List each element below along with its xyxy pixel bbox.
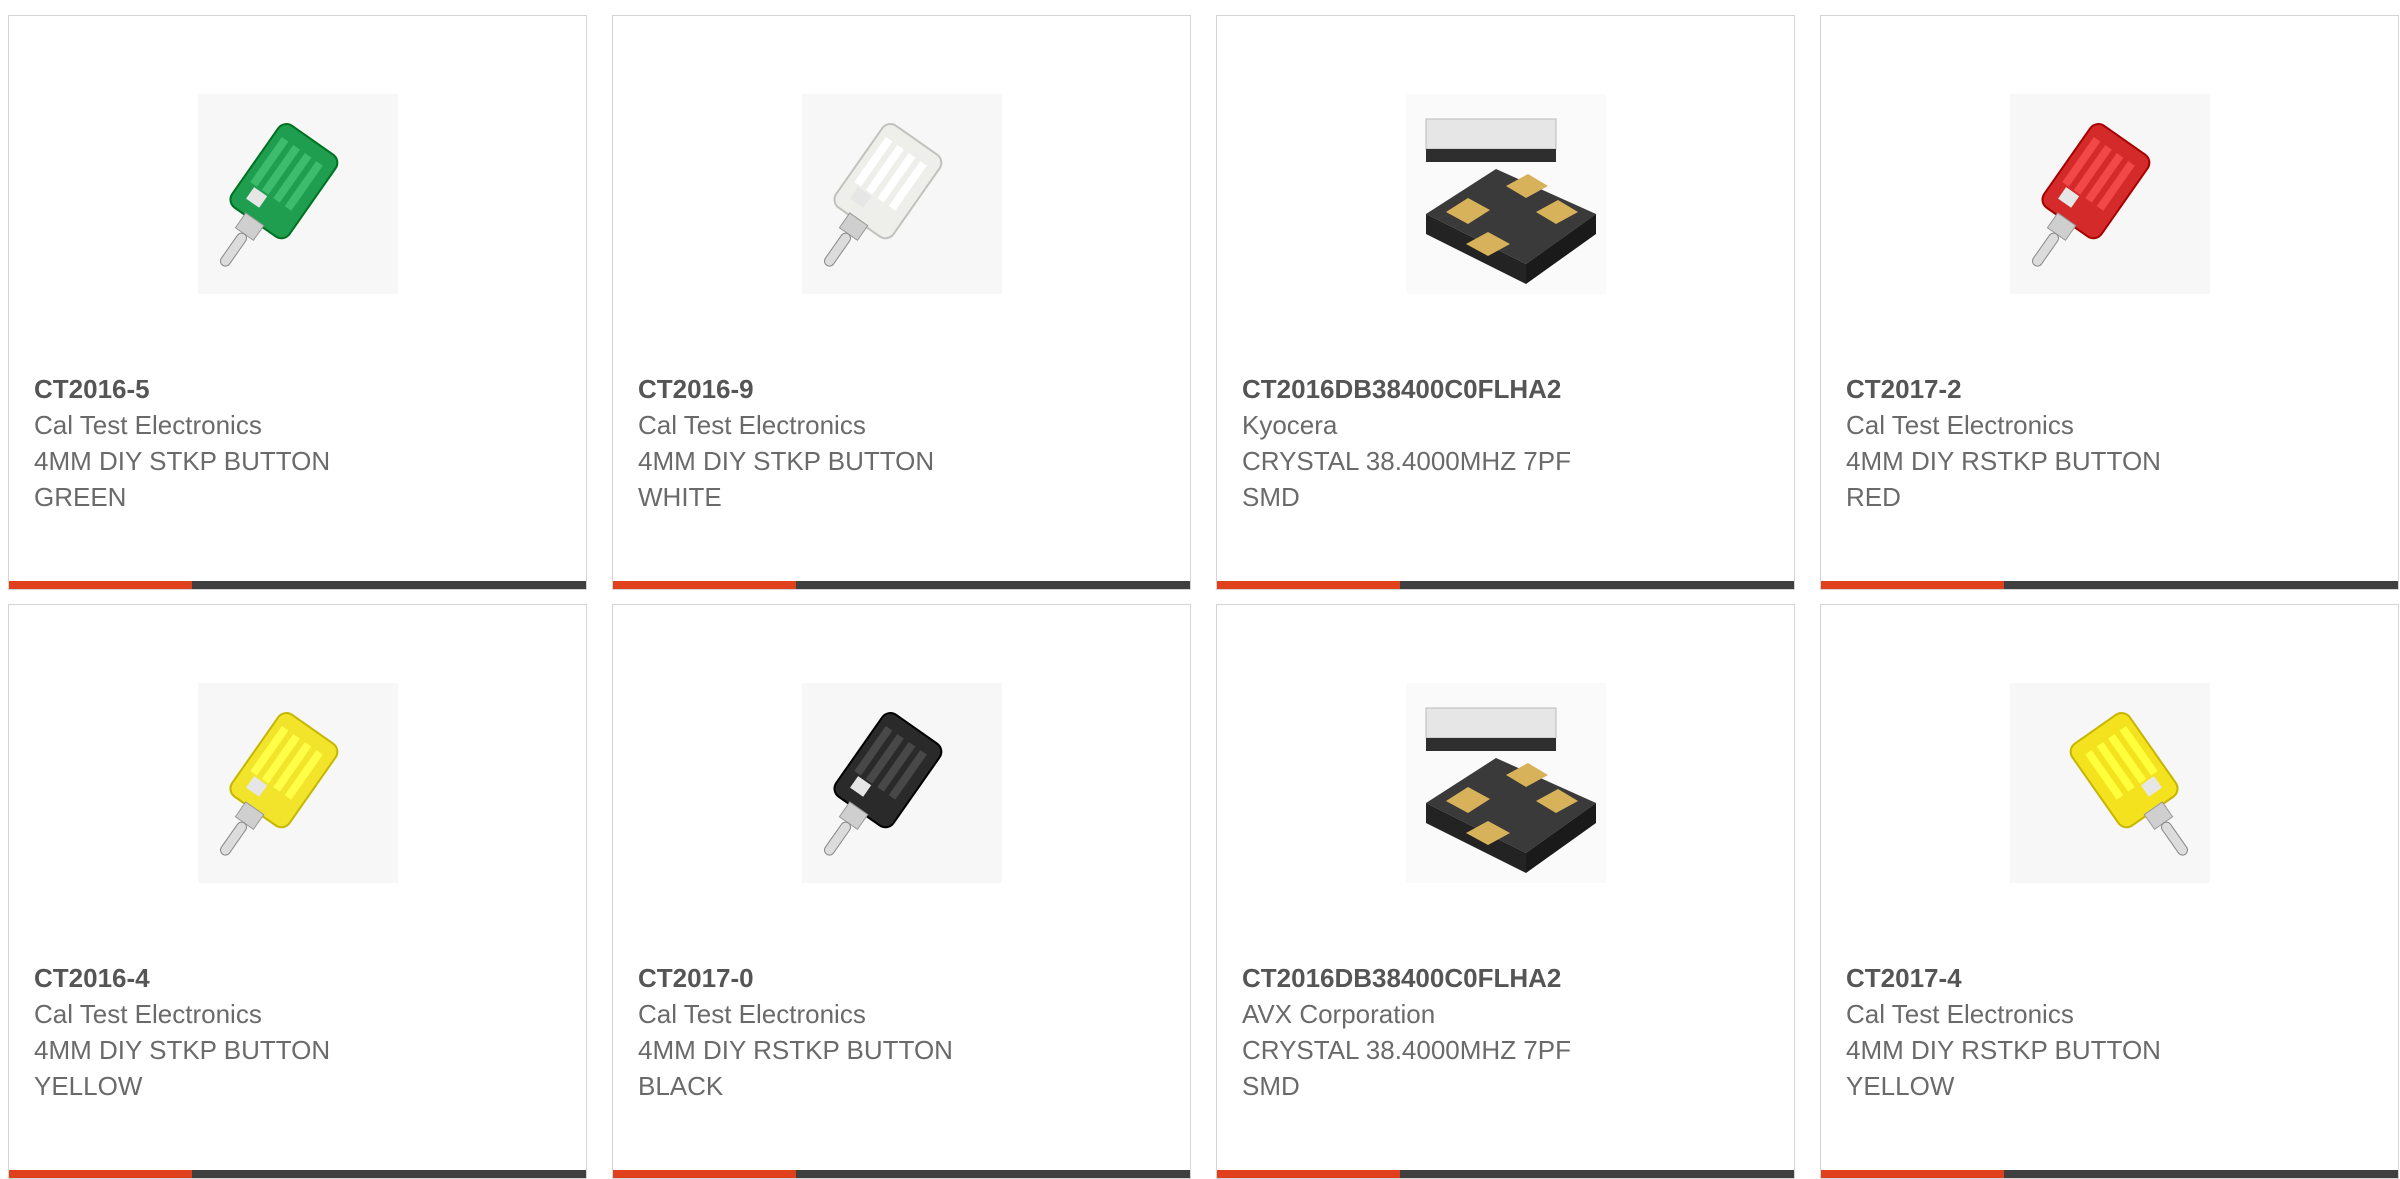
description: CRYSTAL 38.4000MHZ 7PF SMD bbox=[1242, 446, 1571, 512]
part-number[interactable]: CT2016DB38400C0FLHA2 bbox=[1242, 960, 1774, 996]
product-image[interactable] bbox=[9, 675, 586, 890]
card-accent-bar bbox=[613, 581, 1190, 589]
product-card[interactable]: CT2016-4 Cal Test Electronics 4MM DIY ST… bbox=[8, 604, 587, 1179]
manufacturer: Cal Test Electronics bbox=[638, 410, 866, 440]
card-accent-bar bbox=[1821, 1170, 2398, 1178]
product-image[interactable] bbox=[1217, 675, 1794, 890]
card-accent-bar bbox=[1821, 581, 2398, 589]
banana-plug-icon bbox=[2009, 682, 2210, 883]
product-info: CT2016DB38400C0FLHA2 Kyocera CRYSTAL 38.… bbox=[1242, 371, 1774, 515]
product-card[interactable]: CT2016-9 Cal Test Electronics 4MM DIY ST… bbox=[612, 15, 1191, 590]
product-card[interactable]: CT2017-2 Cal Test Electronics 4MM DIY RS… bbox=[1820, 15, 2399, 590]
description: 4MM DIY RSTKP BUTTON BLACK bbox=[638, 1035, 953, 1101]
description: 4MM DIY STKP BUTTON GREEN bbox=[34, 446, 331, 512]
product-grid: CT2016-5 Cal Test Electronics 4MM DIY ST… bbox=[0, 0, 2400, 1179]
manufacturer: Cal Test Electronics bbox=[34, 999, 262, 1029]
product-image[interactable] bbox=[1821, 675, 2398, 890]
product-card[interactable]: CT2016-5 Cal Test Electronics 4MM DIY ST… bbox=[8, 15, 587, 590]
product-card[interactable]: CT2017-4 Cal Test Electronics 4MM DIY RS… bbox=[1820, 604, 2399, 1179]
banana-plug-icon bbox=[197, 93, 398, 294]
product-image[interactable] bbox=[613, 675, 1190, 890]
banana-plug-icon bbox=[801, 93, 1002, 294]
part-number[interactable]: CT2017-4 bbox=[1846, 960, 2378, 996]
manufacturer: Cal Test Electronics bbox=[638, 999, 866, 1029]
manufacturer: Kyocera bbox=[1242, 410, 1338, 440]
card-accent-segment bbox=[1217, 1170, 1400, 1178]
card-accent-segment bbox=[1821, 1170, 2004, 1178]
product-image[interactable] bbox=[1217, 86, 1794, 301]
product-image[interactable] bbox=[1821, 86, 2398, 301]
manufacturer: Cal Test Electronics bbox=[1846, 410, 2074, 440]
description: 4MM DIY RSTKP BUTTON RED bbox=[1846, 446, 2161, 512]
card-accent-bar bbox=[1217, 1170, 1794, 1178]
manufacturer: AVX Corporation bbox=[1242, 999, 1436, 1029]
card-accent-bar bbox=[9, 581, 586, 589]
card-accent-bar bbox=[9, 1170, 586, 1178]
description: CRYSTAL 38.4000MHZ 7PF SMD bbox=[1242, 1035, 1571, 1101]
description: 4MM DIY RSTKP BUTTON YELLOW bbox=[1846, 1035, 2161, 1101]
part-number[interactable]: CT2017-2 bbox=[1846, 371, 2378, 407]
part-number[interactable]: CT2016-5 bbox=[34, 371, 566, 407]
smd-crystal-icon bbox=[1405, 682, 1606, 883]
product-image[interactable] bbox=[613, 86, 1190, 301]
description: 4MM DIY STKP BUTTON YELLOW bbox=[34, 1035, 331, 1101]
manufacturer: Cal Test Electronics bbox=[34, 410, 262, 440]
product-info: CT2016-5 Cal Test Electronics 4MM DIY ST… bbox=[34, 371, 566, 515]
part-number[interactable]: CT2017-0 bbox=[638, 960, 1170, 996]
description: 4MM DIY STKP BUTTON WHITE bbox=[638, 446, 935, 512]
product-info: CT2016-9 Cal Test Electronics 4MM DIY ST… bbox=[638, 371, 1170, 515]
banana-plug-icon bbox=[801, 682, 1002, 883]
product-info: CT2017-4 Cal Test Electronics 4MM DIY RS… bbox=[1846, 960, 2378, 1104]
part-number[interactable]: CT2016-4 bbox=[34, 960, 566, 996]
manufacturer: Cal Test Electronics bbox=[1846, 999, 2074, 1029]
card-accent-segment bbox=[613, 581, 796, 589]
part-number[interactable]: CT2016-9 bbox=[638, 371, 1170, 407]
card-accent-segment bbox=[1821, 581, 2004, 589]
card-accent-bar bbox=[1217, 581, 1794, 589]
card-accent-bar bbox=[613, 1170, 1190, 1178]
product-card[interactable]: CT2017-0 Cal Test Electronics 4MM DIY RS… bbox=[612, 604, 1191, 1179]
card-accent-segment bbox=[613, 1170, 796, 1178]
part-number[interactable]: CT2016DB38400C0FLHA2 bbox=[1242, 371, 1774, 407]
product-card[interactable]: CT2016DB38400C0FLHA2 Kyocera CRYSTAL 38.… bbox=[1216, 15, 1795, 590]
product-info: CT2017-2 Cal Test Electronics 4MM DIY RS… bbox=[1846, 371, 2378, 515]
card-accent-segment bbox=[9, 1170, 192, 1178]
smd-crystal-icon bbox=[1405, 93, 1606, 294]
banana-plug-icon bbox=[197, 682, 398, 883]
card-accent-segment bbox=[1217, 581, 1400, 589]
card-accent-segment bbox=[9, 581, 192, 589]
product-info: CT2016DB38400C0FLHA2 AVX Corporation CRY… bbox=[1242, 960, 1774, 1104]
product-image[interactable] bbox=[9, 86, 586, 301]
product-info: CT2016-4 Cal Test Electronics 4MM DIY ST… bbox=[34, 960, 566, 1104]
product-card[interactable]: CT2016DB38400C0FLHA2 AVX Corporation CRY… bbox=[1216, 604, 1795, 1179]
banana-plug-icon bbox=[2009, 93, 2210, 294]
product-info: CT2017-0 Cal Test Electronics 4MM DIY RS… bbox=[638, 960, 1170, 1104]
